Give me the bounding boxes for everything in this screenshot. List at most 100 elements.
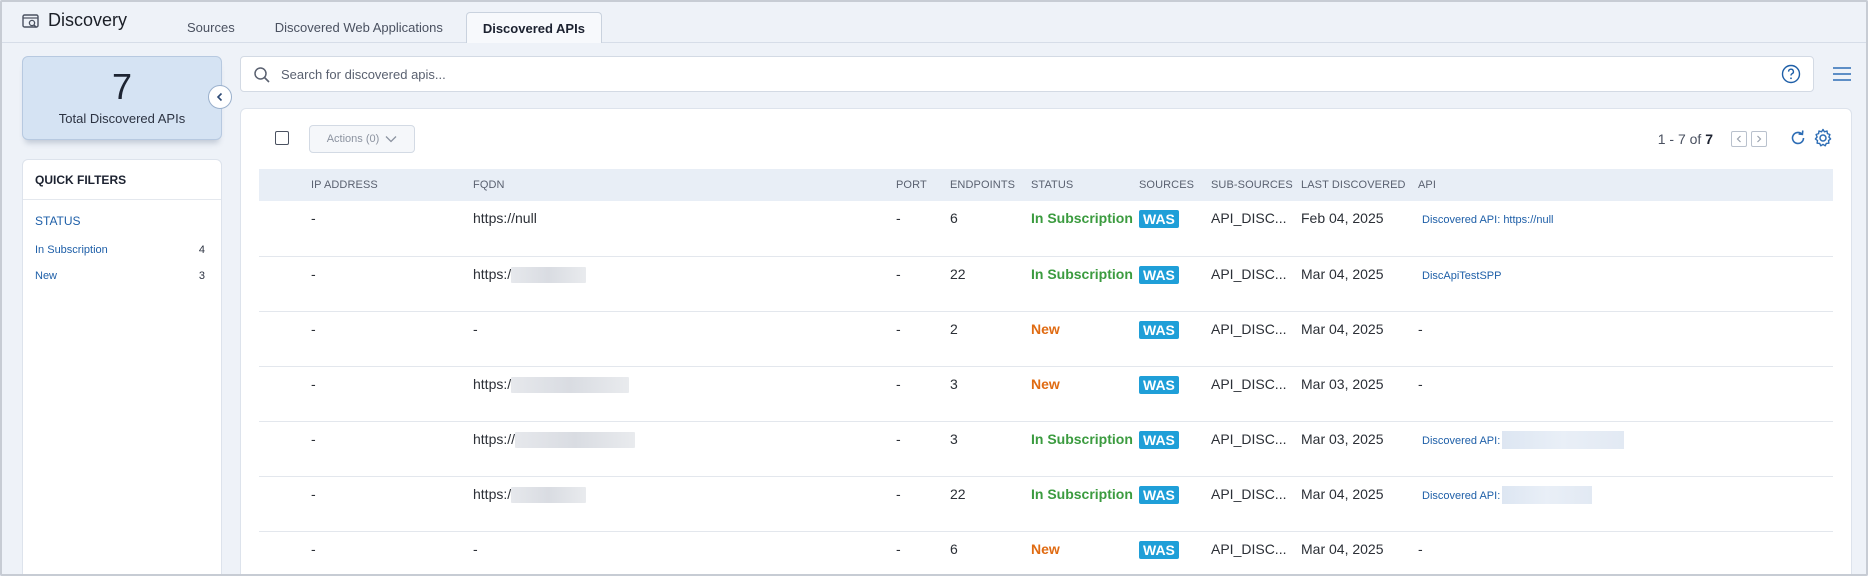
sub-sources-cell: API_DISC...	[1211, 540, 1287, 557]
app-title: Discovery	[22, 10, 127, 31]
api-link[interactable]: Discovered API:	[1422, 490, 1500, 502]
sources-cell: WAS	[1139, 421, 1211, 476]
port-cell: -	[896, 375, 901, 392]
filter-in-subscription[interactable]: In Subscription 4	[23, 244, 221, 256]
redacted-text	[511, 376, 630, 393]
api-cell: -	[1418, 375, 1423, 392]
endpoints-cell: 3	[950, 375, 958, 392]
table-row[interactable]: - - - 6 New WAS API_DISC... Mar 04, 2025…	[259, 531, 1833, 574]
sub-sources-cell: API_DISC...	[1211, 375, 1287, 392]
fqdn-cell: -	[473, 320, 478, 337]
table-row[interactable]: - - - 2 New WAS API_DISC... Mar 04, 2025…	[259, 311, 1833, 366]
header-api[interactable]: API	[1418, 169, 1833, 201]
next-page-button[interactable]	[1751, 131, 1767, 147]
collapse-panel-button[interactable]	[208, 85, 232, 109]
chevron-left-icon	[1736, 135, 1741, 143]
row-select-cell	[259, 421, 311, 476]
sources-cell: WAS	[1139, 366, 1211, 421]
refresh-icon[interactable]	[1789, 129, 1807, 152]
redacted-text	[511, 486, 587, 503]
header-endpoints[interactable]: ENDPOINTS	[950, 169, 1031, 201]
ip-address-cell: -	[311, 540, 316, 557]
sub-sources-cell: API_DISC...	[1211, 265, 1287, 282]
gear-icon[interactable]	[1813, 128, 1833, 153]
search-icon	[253, 66, 271, 89]
port-cell: -	[896, 265, 901, 282]
fqdn-text: https:/	[473, 265, 512, 282]
table-row[interactable]: - https:/ - 3 New WAS API_DISC... Mar 03…	[259, 366, 1833, 421]
select-all-checkbox[interactable]	[275, 131, 289, 145]
header-last-discovered[interactable]: LAST DISCOVERED	[1301, 169, 1418, 201]
search-input[interactable]	[281, 63, 1681, 85]
redacted-text	[511, 266, 587, 283]
app-window: Discovery Sources Discovered Web Applica…	[0, 0, 1868, 576]
api-link[interactable]: Discovered API:	[1422, 435, 1500, 447]
source-badge: WAS	[1139, 320, 1179, 339]
tab-discovered-apis[interactable]: Discovered APIs	[465, 12, 602, 43]
row-select-cell	[259, 201, 311, 256]
header-status[interactable]: STATUS	[1031, 169, 1139, 201]
fqdn-cell: https:/	[473, 366, 896, 421]
last-discovered-cell: Mar 04, 2025	[1301, 485, 1384, 502]
last-discovered-cell: Mar 03, 2025	[1301, 375, 1384, 392]
last-discovered-cell: Mar 04, 2025	[1301, 540, 1384, 557]
status-cell: New	[1031, 320, 1060, 337]
port-cell: -	[896, 430, 901, 447]
header-ip-address[interactable]: IP ADDRESS	[311, 169, 473, 201]
actions-dropdown[interactable]: Actions (0)	[309, 125, 415, 153]
discovered-apis-table: IP ADDRESS FQDN PORT ENDPOINTS STATUS SO…	[259, 169, 1833, 574]
port-cell: -	[896, 320, 901, 337]
endpoints-cell: 22	[950, 265, 966, 282]
table-row[interactable]: - https:// - 3 In Subscription WAS API_D…	[259, 421, 1833, 476]
last-discovered-cell: Feb 04, 2025	[1301, 210, 1384, 226]
api-cell: -	[1418, 540, 1423, 557]
pager-range: 1 - 7 of	[1657, 131, 1702, 147]
port-cell: -	[896, 485, 901, 502]
tab-discovered-web-applications[interactable]: Discovered Web Applications	[258, 11, 460, 43]
status-cell: New	[1031, 540, 1060, 557]
row-select-cell	[259, 256, 311, 311]
tab-sources[interactable]: Sources	[170, 11, 252, 43]
kpi-label: Total Discovered APIs	[58, 111, 186, 126]
chevron-right-icon	[1757, 135, 1762, 143]
table-row[interactable]: - https:/ - 22 In Subscription WAS API_D…	[259, 476, 1833, 531]
fqdn-cell: https:/	[473, 476, 896, 531]
header-port[interactable]: PORT	[896, 169, 950, 201]
status-cell: New	[1031, 375, 1060, 392]
header-sources[interactable]: SOURCES	[1139, 169, 1211, 201]
total-discovered-apis-card: 7 Total Discovered APIs	[22, 56, 222, 140]
table-row[interactable]: - https://null - 6 In Subscription WAS A…	[259, 201, 1833, 256]
fqdn-cell: https://	[473, 421, 896, 476]
redacted-text	[1502, 430, 1625, 449]
chevron-left-icon	[216, 92, 223, 102]
api-link[interactable]: DiscApiTestSPP	[1422, 270, 1501, 282]
tab-bar: Sources Discovered Web Applications Disc…	[170, 11, 602, 43]
help-icon[interactable]	[1781, 64, 1801, 89]
filter-new[interactable]: New 3	[23, 270, 221, 282]
fqdn-text: https://	[473, 430, 516, 447]
filter-label: In Subscription	[35, 244, 108, 256]
table-row[interactable]: - https:/ - 22 In Subscription WAS API_D…	[259, 256, 1833, 311]
row-select-cell	[259, 311, 311, 366]
filter-count: 4	[198, 244, 205, 256]
header-select	[259, 169, 311, 201]
previous-page-button[interactable]	[1731, 131, 1747, 147]
row-select-cell	[259, 476, 311, 531]
api-cell: -	[1418, 320, 1423, 337]
header-fqdn[interactable]: FQDN	[473, 169, 896, 201]
api-link[interactable]: Discovered API: https://null	[1422, 214, 1553, 226]
source-badge: WAS	[1139, 430, 1179, 449]
discovery-icon	[22, 13, 40, 29]
header-sub-sources[interactable]: SUB-SOURCES	[1211, 169, 1301, 201]
ip-address-cell: -	[311, 430, 316, 447]
source-badge: WAS	[1139, 375, 1179, 394]
sources-cell: WAS	[1139, 256, 1211, 311]
ip-address-cell: -	[311, 485, 316, 502]
endpoints-cell: 6	[950, 210, 958, 226]
chevron-down-icon	[385, 136, 397, 143]
hamburger-menu-icon[interactable]	[1832, 66, 1852, 87]
filter-label: New	[35, 270, 58, 282]
app-title-text: Discovery	[48, 10, 128, 30]
api-cell: DiscApiTestSPP	[1418, 256, 1833, 311]
ip-address-cell: -	[311, 210, 316, 226]
